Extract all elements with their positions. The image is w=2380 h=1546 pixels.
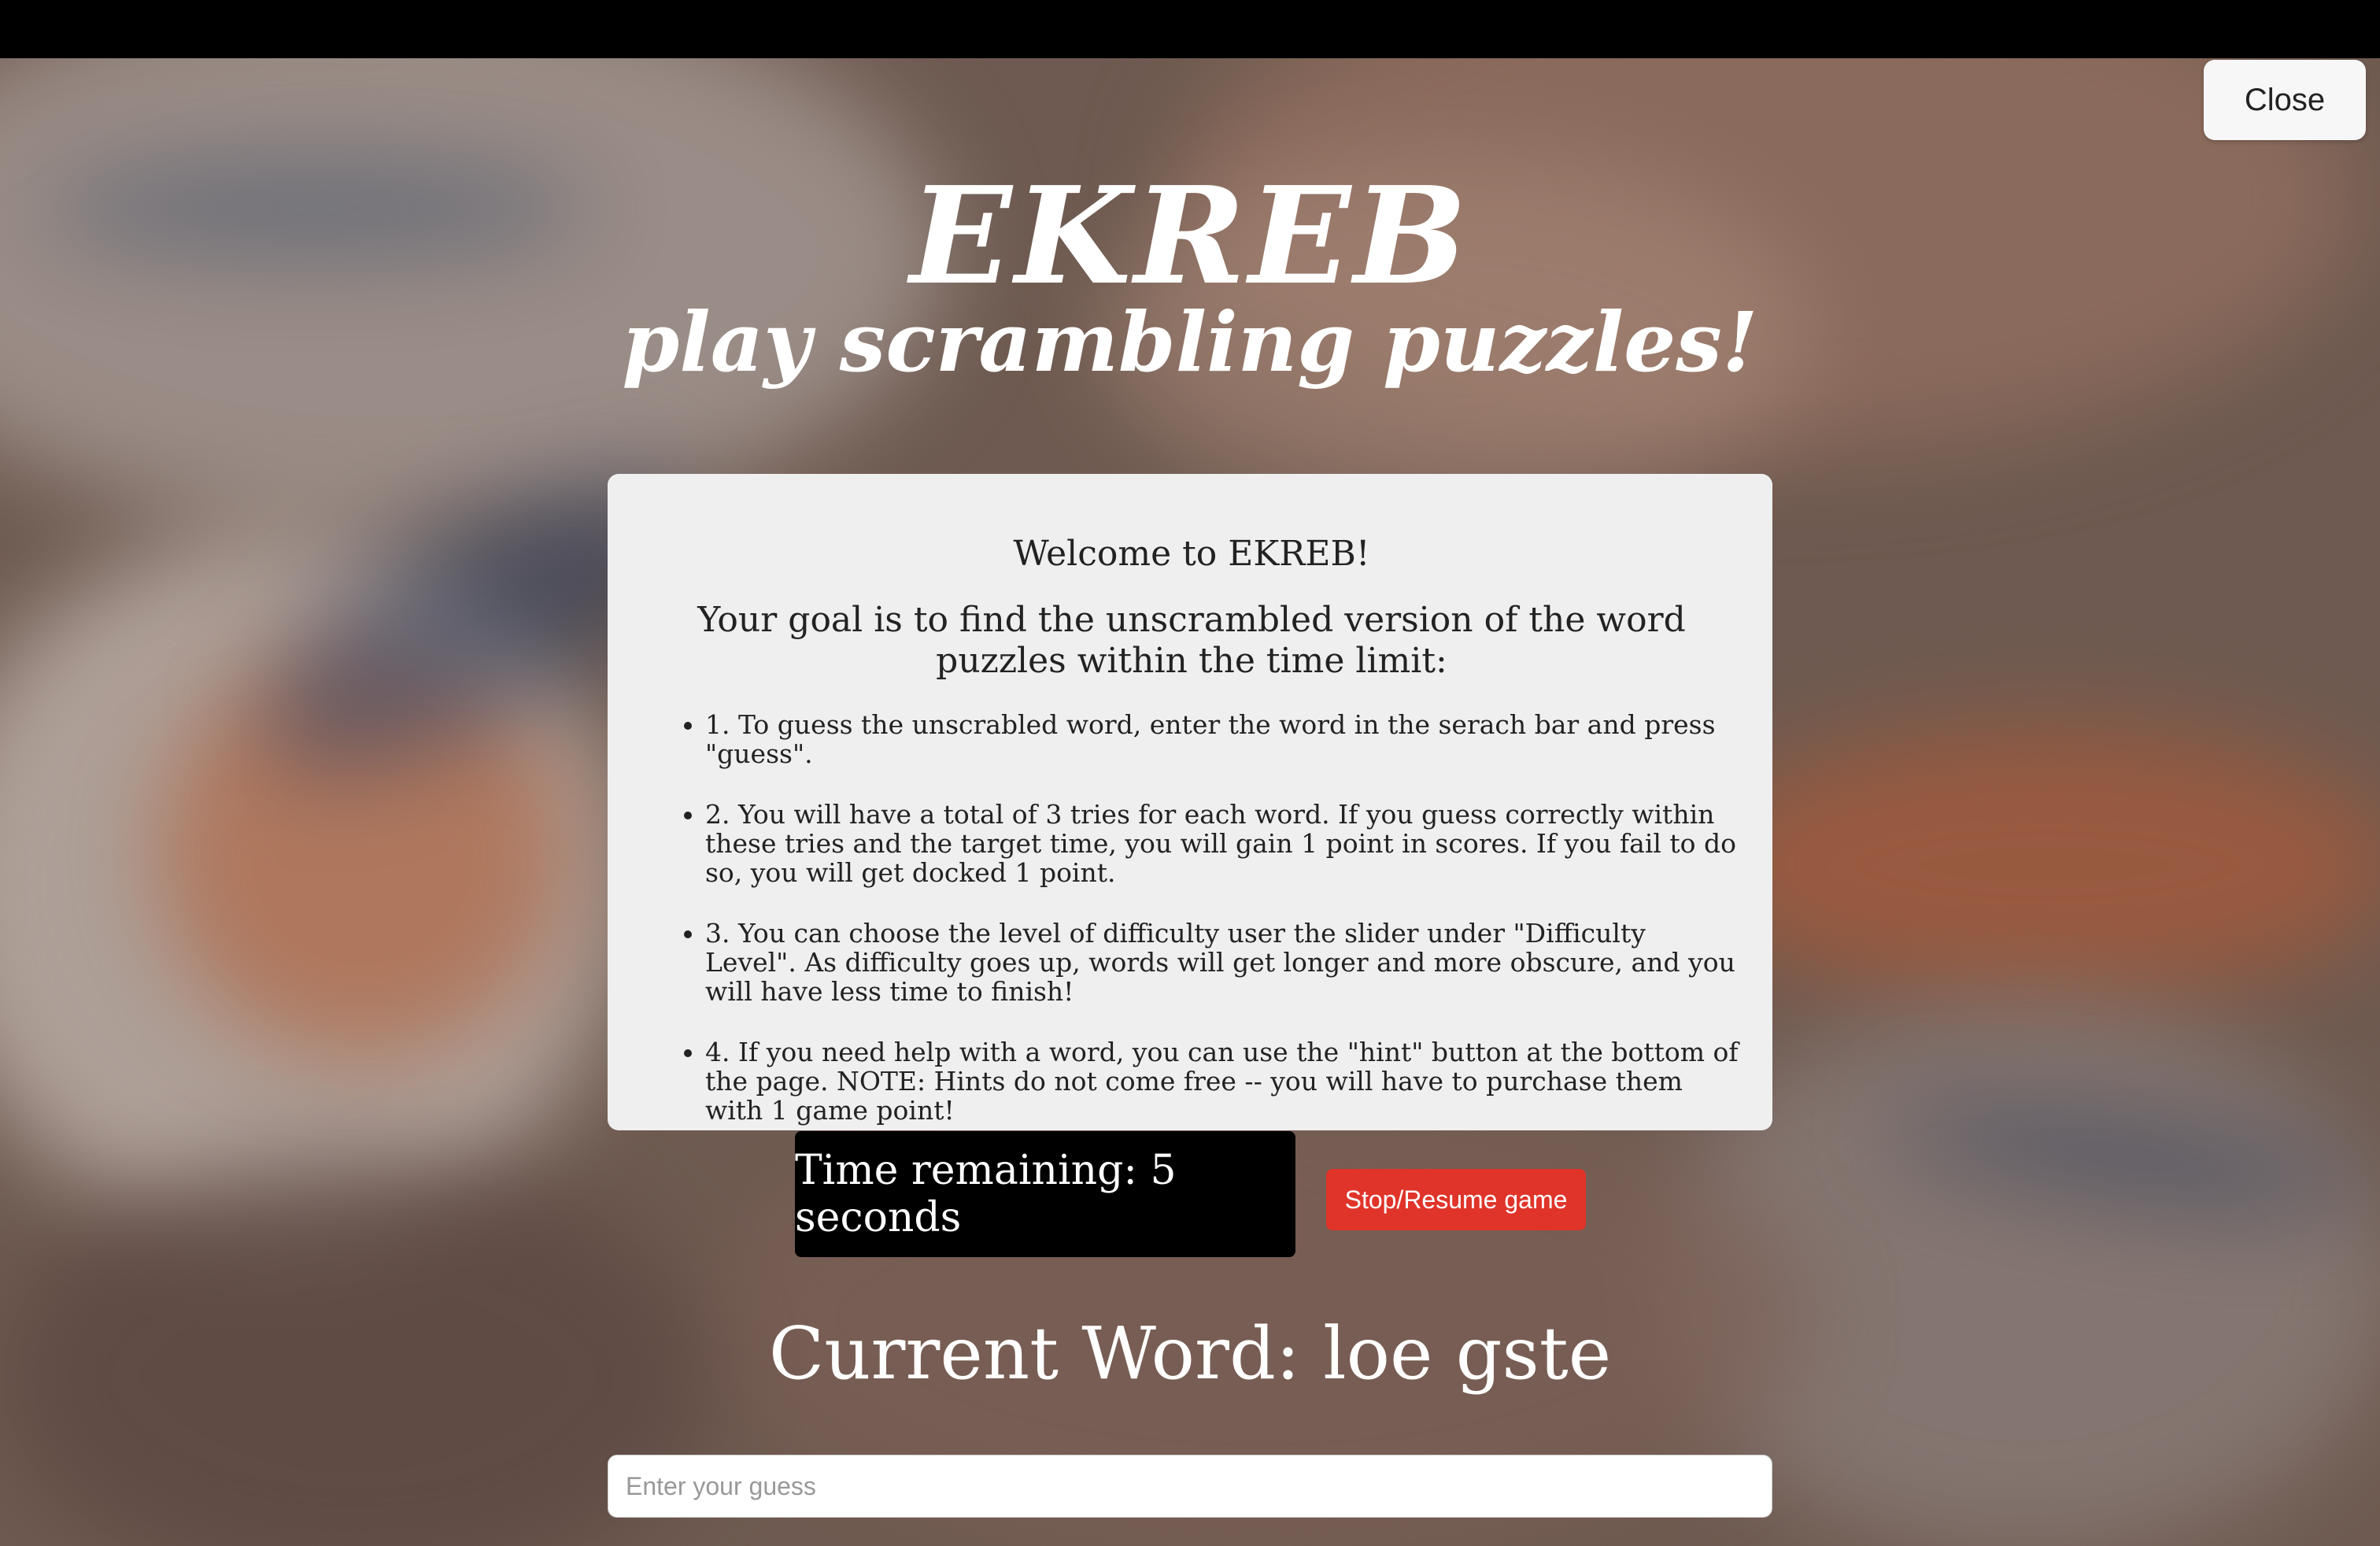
goal-text: Your goal is to find the unscrambled ver…: [697, 600, 1686, 681]
rule-item: 3. You can choose the level of difficult…: [705, 919, 1741, 1006]
current-word-label: Current Word:: [768, 1311, 1324, 1396]
current-word-display: Current Word: loe gste: [0, 1307, 2380, 1401]
app-subtitle: play scrambling puzzles!: [622, 294, 1758, 390]
welcome-heading: Welcome to EKREB!: [1013, 534, 1370, 574]
time-remaining-display: Time remaining: 5 seconds: [795, 1131, 1295, 1257]
guess-input[interactable]: [608, 1455, 1772, 1518]
top-bar: [0, 0, 2380, 58]
rules-list: 1. To guess the unscrabled word, enter t…: [674, 710, 1741, 1125]
rule-item: 2. You will have a total of 3 tries for …: [705, 800, 1741, 887]
rule-item: 1. To guess the unscrabled word, enter t…: [705, 710, 1741, 768]
current-word-value: loe gste: [1323, 1311, 1612, 1396]
stop-resume-button[interactable]: Stop/Resume game: [1326, 1169, 1586, 1230]
rule-item: 4. If you need help with a word, you can…: [705, 1037, 1741, 1125]
close-button[interactable]: Close: [2204, 60, 2366, 140]
instructions-card: Welcome to EKREB! Your goal is to find t…: [608, 474, 1772, 1130]
